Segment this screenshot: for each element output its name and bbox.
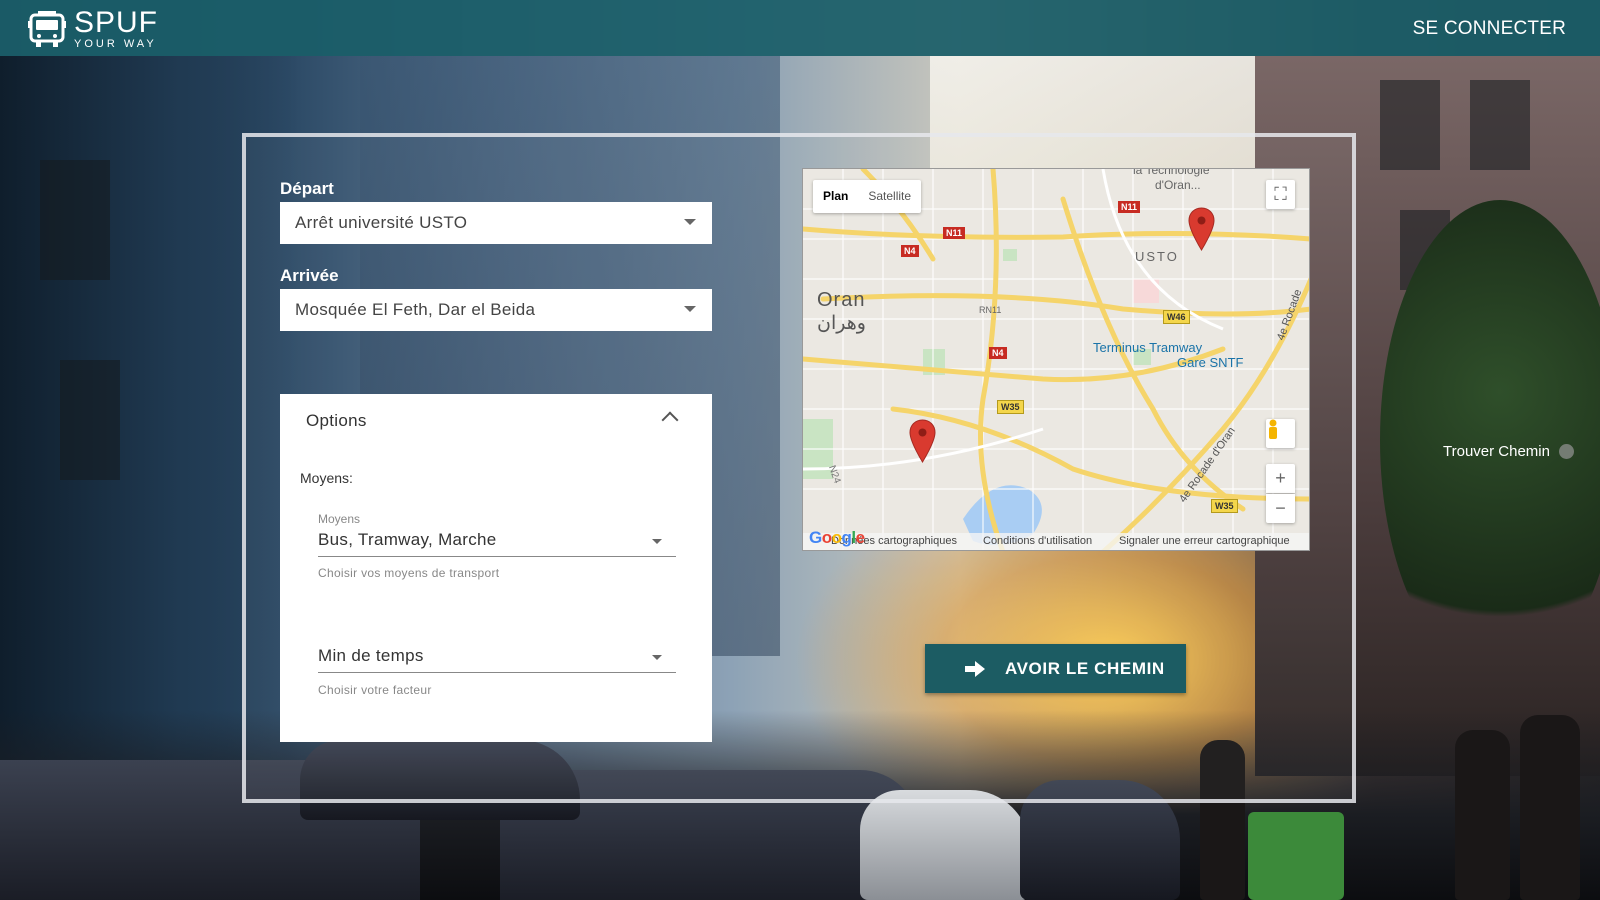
map-terms-link[interactable]: Conditions d'utilisation [983,535,1092,547]
brand-tagline: YOUR WAY [74,38,157,50]
google-logo: Google [809,528,865,547]
background-person [1455,730,1510,900]
top-navbar: SPUF YOUR WAY SE CONNECTER [0,0,1600,56]
arrivee-label: Arrivée [280,266,339,285]
map-road-badge: W35 [1211,499,1238,513]
facteur-value: Min de temps [318,646,424,665]
map-pin-icon[interactable] [909,419,936,463]
map-type-plan[interactable]: Plan [813,180,858,213]
arrivee-value: Mosquée El Feth, Dar el Beida [295,300,536,319]
arrivee-select[interactable]: Mosquée El Feth, Dar el Beida [280,289,712,331]
chevron-down-icon [684,219,696,225]
map-road-label: RN11 [979,305,1002,315]
depart-select[interactable]: Arrêt université USTO [280,202,712,244]
map-district-label: USTO [1135,249,1179,264]
moyens-value: Bus, Tramway, Marche [318,530,497,549]
background-window [1470,80,1530,170]
get-route-button[interactable]: AVOIR LE CHEMIN [925,644,1186,693]
background-person [1520,715,1580,900]
map-type-switch[interactable]: Plan Satellite [813,180,922,213]
map-pin-icon[interactable] [1188,207,1215,251]
moyens-help: Choisir vos moyens de transport [318,566,500,580]
map-road-badge: N4 [901,245,919,257]
arrow-right-icon [965,660,985,677]
chevron-down-icon [652,655,662,660]
background-car [860,790,1030,900]
find-route-dot[interactable] [1559,444,1574,459]
background-window [60,360,120,480]
facteur-help: Choisir votre facteur [318,683,432,697]
find-route-link[interactable]: Trouver Chemin [1443,443,1550,460]
get-route-label: AVOIR LE CHEMIN [1005,658,1165,678]
depart-label: Départ [280,179,334,198]
map-poi-label: Gare SNTF [1177,355,1244,370]
background-trash-bin [1248,812,1344,900]
map-poi-label: d'Oran... [1155,178,1201,192]
fullscreen-icon[interactable]: ⛶ [1266,180,1295,209]
map-footer: Données cartographiques Conditions d'uti… [803,533,1309,550]
zoom-out-button[interactable]: − [1266,494,1295,523]
background-window [1380,80,1440,170]
background-window [40,160,110,280]
brand-logo[interactable]: SPUF YOUR WAY [28,8,158,50]
facteur-select[interactable]: Min de temps [318,646,676,673]
map-city-label-ar: وهران [817,313,866,334]
bus-icon [28,11,66,47]
chevron-down-icon [652,539,662,544]
google-map[interactable]: Plan Satellite ⛶ + − Oran وهران USTO la … [802,168,1310,551]
options-panel: Options Moyens: Moyens Bus, Tramway, Mar… [280,394,712,742]
depart-value: Arrêt université USTO [295,213,468,232]
map-road-badge: N4 [989,347,1007,359]
map-road-badge: W46 [1163,310,1190,324]
map-road-badge: N11 [943,227,966,239]
moyens-float-label: Moyens [318,512,361,526]
map-type-satellite[interactable]: Satellite [858,180,921,213]
map-road-badge: N11 [1118,201,1141,213]
chevron-down-icon [684,306,696,312]
zoom-in-button[interactable]: + [1266,464,1295,493]
map-city-label: Oran [817,289,866,311]
map-poi-label: la Technologie [1133,168,1210,177]
map-road-badge: W35 [997,400,1024,414]
login-link[interactable]: SE CONNECTER [1413,18,1566,40]
map-poi-label: Terminus Tramway [1093,340,1203,355]
moyens-select[interactable]: Bus, Tramway, Marche [318,530,676,557]
brand-name: SPUF [74,6,159,39]
street-view-pegman-icon[interactable] [1266,419,1295,448]
moyens-title: Moyens: [300,470,353,486]
chevron-up-icon[interactable] [661,411,679,429]
map-report-link[interactable]: Signaler une erreur cartographique [1119,535,1290,547]
options-header[interactable]: Options [306,411,367,431]
